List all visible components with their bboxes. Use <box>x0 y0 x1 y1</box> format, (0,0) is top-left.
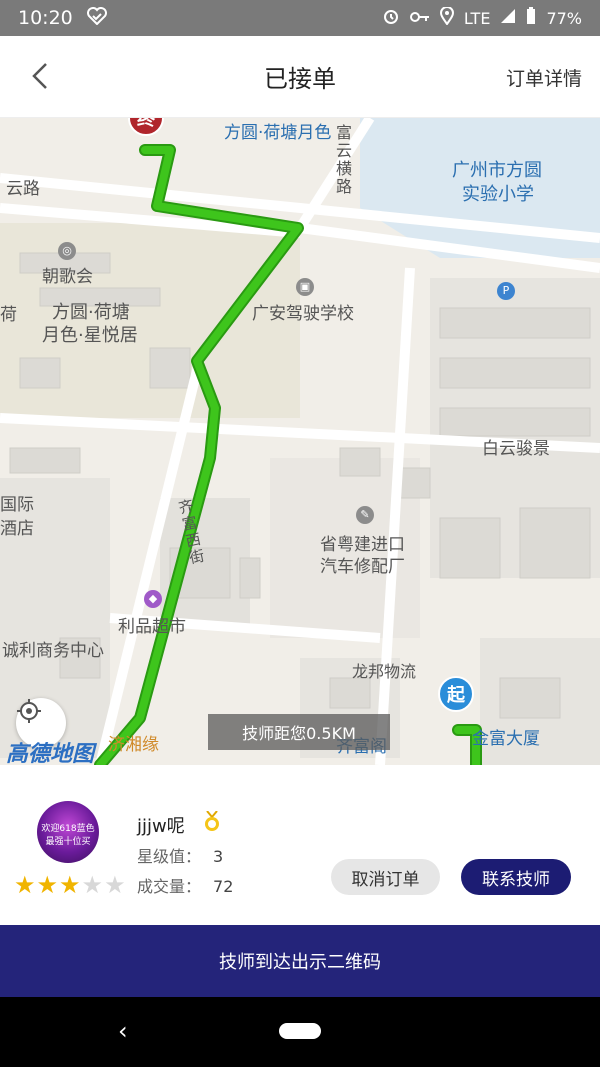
technician-name: jjjw呢 <box>137 816 185 837</box>
bus-poi-icon: ▣ <box>296 278 314 296</box>
technician-avatar[interactable]: 欢迎618蓝色 最强十位买 <box>37 801 99 863</box>
show-qr-button[interactable]: 技师到达出示二维码 <box>0 925 600 997</box>
technician-panel: 欢迎618蓝色 最强十位买 ★ ★ ★ ★ ★ jjjw呢 星级值： 3 成交量：… <box>0 765 600 925</box>
status-bar: 10:20 LTE 77% <box>0 0 600 36</box>
map-label-chaoge: 朝歌会 <box>42 267 93 287</box>
nav-home-pill[interactable] <box>279 1023 321 1039</box>
amap-logo: 高德地图 <box>6 742 95 765</box>
orders-label: 成交量： <box>137 877 202 896</box>
star-filled-icon: ★ <box>59 871 81 899</box>
status-time: 10:20 <box>18 7 73 29</box>
back-button[interactable] <box>26 58 56 94</box>
crosshair-icon <box>17 699 41 723</box>
key-icon <box>409 9 430 28</box>
map-label-yunlu: 云路 <box>6 179 40 199</box>
star-empty-icon: ★ <box>81 871 104 899</box>
map-label-business-center: 诚利商务中心 <box>2 641 104 661</box>
map-label-he: 荷 <box>0 305 17 325</box>
map-view[interactable]: 方圆·荷塘月色 富云横路 云路 广州市方圆 实验小学 ◎ 朝歌会 荷 方圆·荷塘… <box>0 118 600 765</box>
medal-icon <box>203 810 221 833</box>
cancel-order-button[interactable]: 取消订单 <box>331 859 440 895</box>
rating-row: 星级值： 3 <box>137 843 223 867</box>
orders-row: 成交量： 72 <box>137 873 233 897</box>
star-rating: ★ ★ ★ ★ ★ <box>14 873 126 897</box>
map-label-driving-school: 广安驾驶学校 <box>252 304 354 324</box>
shopping-poi-icon: ◆ <box>144 590 162 608</box>
parking-poi-icon: P <box>497 282 515 300</box>
network-label: LTE <box>463 8 491 28</box>
map-label-jiudian: 酒店 <box>0 519 34 539</box>
map-label-school-line1: 广州市方圆 <box>452 160 542 181</box>
map-label-fangyuan-mid-line2: 月色·星悦居 <box>42 325 138 346</box>
map-label-fangyuan-top: 方圆·荷塘月色 <box>224 123 332 143</box>
map-label-jinfu: 金富大厦 <box>472 729 540 749</box>
star-filled-icon: ★ <box>14 871 36 899</box>
orders-value: 72 <box>213 877 234 896</box>
map-label-baiyun: 白云骏景 <box>482 439 550 459</box>
map-label-guoji: 国际 <box>0 495 34 515</box>
map-label-xiangyuan: 济湘缘 <box>108 735 159 755</box>
distance-tip: 技师距您0.5KM <box>208 714 390 750</box>
contact-technician-button[interactable]: 联系技师 <box>461 859 571 895</box>
map-label-longbang: 龙邦物流 <box>352 662 417 681</box>
map-label-fuyun-road: 富云横路 <box>336 123 353 196</box>
alarm-icon <box>382 7 400 29</box>
heart-check-icon <box>86 6 107 30</box>
map-label-supermarket: 利品超市 <box>118 617 186 637</box>
star-empty-icon: ★ <box>104 871 126 899</box>
start-marker[interactable]: 起 <box>438 676 474 712</box>
rating-label: 星级值： <box>137 847 202 866</box>
chevron-left-icon <box>32 63 47 89</box>
page-title: 已接单 <box>264 65 336 93</box>
app-header: 已接单 订单详情 <box>0 36 600 118</box>
battery-icon <box>526 7 536 29</box>
system-nav-bar: ‹ <box>0 997 600 1067</box>
map-label-school-line2: 实验小学 <box>462 184 534 205</box>
battery-level: 77% <box>546 8 582 28</box>
map-label-repair-line2: 汽车修配厂 <box>320 557 405 577</box>
order-detail-link[interactable]: 订单详情 <box>506 64 582 91</box>
nav-back-icon[interactable]: ‹ <box>118 1017 128 1045</box>
signal-icon <box>500 8 516 28</box>
star-filled-icon: ★ <box>36 871 59 899</box>
location-icon <box>439 6 454 29</box>
rating-value: 3 <box>213 847 224 866</box>
entertainment-poi-icon: ◎ <box>58 242 76 260</box>
avatar-banner-text: 欢迎618蓝色 最强十位买 <box>41 824 95 847</box>
wrench-poi-icon: ✎ <box>356 506 374 524</box>
